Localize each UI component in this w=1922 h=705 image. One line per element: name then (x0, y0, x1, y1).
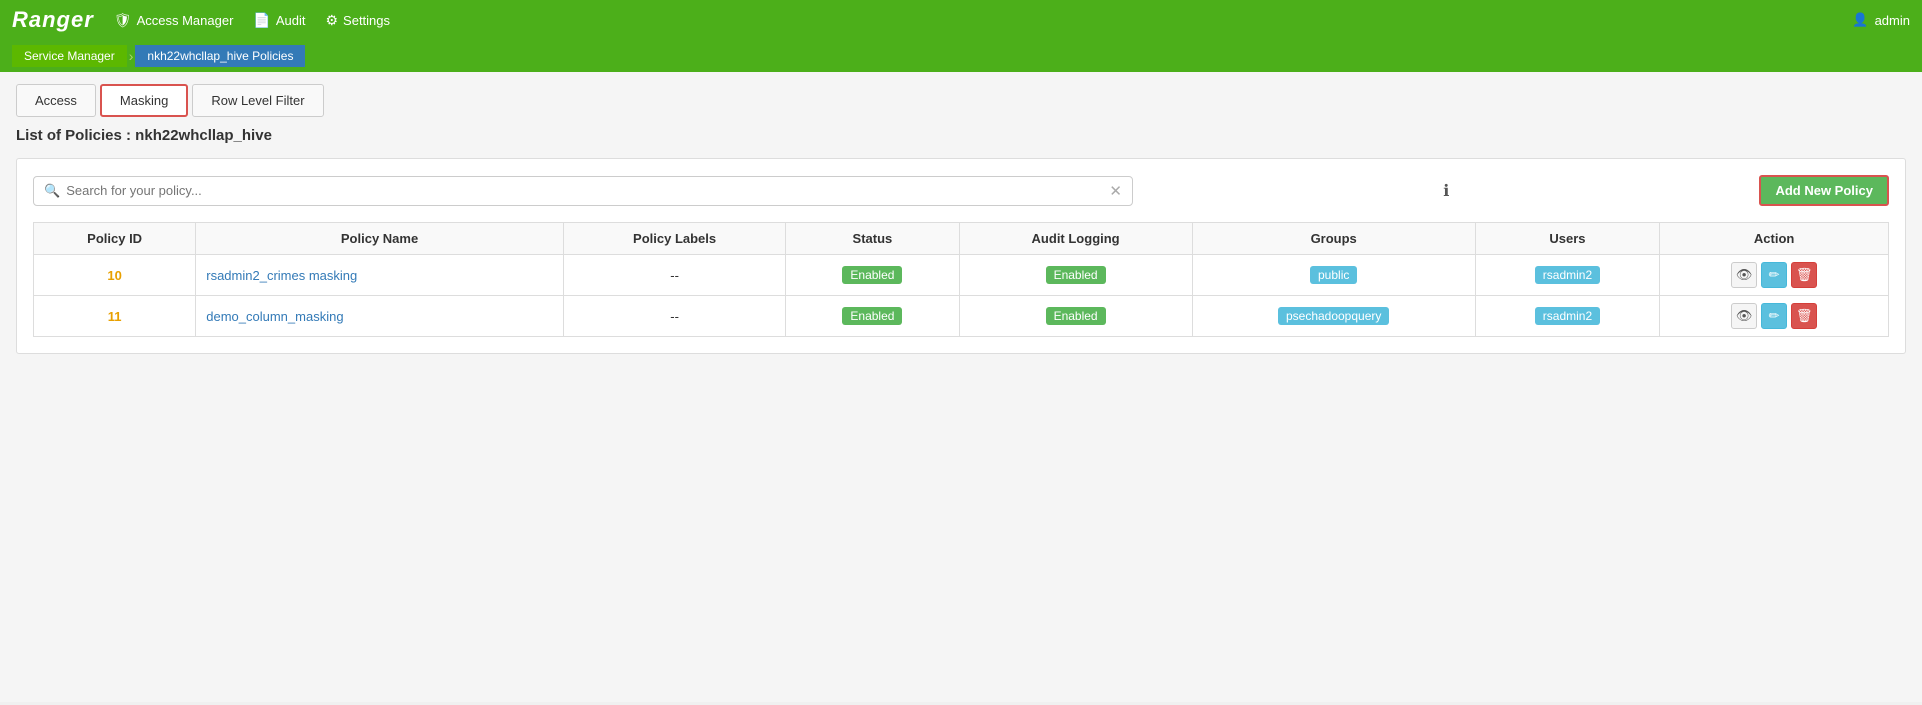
brand-logo: Ranger (12, 7, 94, 33)
col-policy-id: Policy ID (34, 223, 196, 255)
shield-icon: 🛡 (114, 12, 132, 29)
view-icon[interactable]: 👁 (1731, 303, 1757, 329)
audit-icon: 📄 (253, 12, 270, 29)
tab-row-level-filter[interactable]: Row Level Filter (192, 84, 323, 117)
group-badge: psechadoopquery (1278, 307, 1389, 325)
tab-access[interactable]: Access (16, 84, 96, 117)
navbar: Ranger 🛡 Access Manager 📄 Audit ⚙ Settin… (0, 0, 1922, 40)
tab-masking[interactable]: Masking (100, 84, 188, 117)
breadcrumb-arrow: › (129, 48, 134, 64)
cell-action: 👁 ✏ 🗑 (1660, 255, 1889, 296)
col-audit-logging: Audit Logging (959, 223, 1192, 255)
policies-table: Policy ID Policy Name Policy Labels Stat… (33, 222, 1889, 337)
table-header: Policy ID Policy Name Policy Labels Stat… (34, 223, 1889, 255)
page-title: List of Policies : nkh22whcllap_hive (16, 127, 1906, 144)
delete-icon[interactable]: 🗑 (1791, 303, 1817, 329)
edit-icon[interactable]: ✏ (1761, 262, 1787, 288)
action-icons: 👁 ✏ 🗑 (1670, 262, 1878, 288)
col-policy-name: Policy Name (196, 223, 564, 255)
cell-audit-logging: Enabled (959, 296, 1192, 337)
cell-action: 👁 ✏ 🗑 (1660, 296, 1889, 337)
search-clear-icon[interactable]: ✕ (1109, 182, 1122, 200)
edit-icon[interactable]: ✏ (1761, 303, 1787, 329)
col-status: Status (786, 223, 959, 255)
search-icon: 🔍 (44, 183, 60, 199)
view-icon[interactable]: 👁 (1731, 262, 1757, 288)
breadcrumb-service-manager[interactable]: Service Manager (12, 45, 127, 67)
main-card: 🔍 ✕ ℹ Add New Policy Policy ID Policy Na… (16, 158, 1906, 354)
table-row: 11 demo_column_masking -- Enabled Enable… (34, 296, 1889, 337)
nav-access-manager[interactable]: 🛡 Access Manager (114, 12, 234, 29)
user-badge: rsadmin2 (1535, 307, 1600, 325)
cell-policy-labels: -- (563, 255, 785, 296)
group-badge: public (1310, 266, 1357, 284)
table-row: 10 rsadmin2_crimes masking -- Enabled En… (34, 255, 1889, 296)
cell-audit-logging: Enabled (959, 255, 1192, 296)
status-badge: Enabled (842, 307, 902, 325)
nav-audit[interactable]: 📄 Audit (253, 12, 305, 29)
col-action: Action (1660, 223, 1889, 255)
cell-policy-id: 11 (34, 296, 196, 337)
cell-policy-id: 10 (34, 255, 196, 296)
gear-icon: ⚙ (325, 12, 338, 29)
user-badge: rsadmin2 (1535, 266, 1600, 284)
search-row: 🔍 ✕ ℹ Add New Policy (33, 175, 1889, 206)
policy-tabs: Access Masking Row Level Filter (16, 84, 1906, 117)
audit-badge: Enabled (1046, 266, 1106, 284)
col-policy-labels: Policy Labels (563, 223, 785, 255)
delete-icon[interactable]: 🗑 (1791, 262, 1817, 288)
col-groups: Groups (1192, 223, 1475, 255)
search-wrapper: 🔍 ✕ (33, 176, 1133, 206)
cell-status: Enabled (786, 296, 959, 337)
policy-name-link[interactable]: rsadmin2_crimes masking (206, 268, 357, 283)
breadcrumb-bar: Service Manager › nkh22whcllap_hive Poli… (0, 40, 1922, 72)
add-new-policy-button[interactable]: Add New Policy (1759, 175, 1889, 206)
cell-users: rsadmin2 (1475, 296, 1660, 337)
cell-status: Enabled (786, 255, 959, 296)
breadcrumb-policies[interactable]: nkh22whcllap_hive Policies (135, 45, 305, 67)
col-users: Users (1475, 223, 1660, 255)
search-input[interactable] (66, 183, 1109, 198)
navbar-left: Ranger 🛡 Access Manager 📄 Audit ⚙ Settin… (12, 7, 390, 33)
cell-policy-labels: -- (563, 296, 785, 337)
cell-groups: psechadoopquery (1192, 296, 1475, 337)
policy-name-link[interactable]: demo_column_masking (206, 309, 343, 324)
user-info: 👤 admin (1852, 12, 1910, 28)
cell-users: rsadmin2 (1475, 255, 1660, 296)
cell-policy-name: demo_column_masking (196, 296, 564, 337)
user-icon: 👤 (1852, 12, 1868, 28)
audit-badge: Enabled (1046, 307, 1106, 325)
table-body: 10 rsadmin2_crimes masking -- Enabled En… (34, 255, 1889, 337)
content-area: Access Masking Row Level Filter List of … (0, 72, 1922, 702)
info-icon: ℹ (1443, 181, 1449, 201)
nav-settings[interactable]: ⚙ Settings (325, 12, 390, 29)
status-badge: Enabled (842, 266, 902, 284)
cell-policy-name: rsadmin2_crimes masking (196, 255, 564, 296)
cell-groups: public (1192, 255, 1475, 296)
action-icons: 👁 ✏ 🗑 (1670, 303, 1878, 329)
username-label: admin (1875, 13, 1910, 28)
